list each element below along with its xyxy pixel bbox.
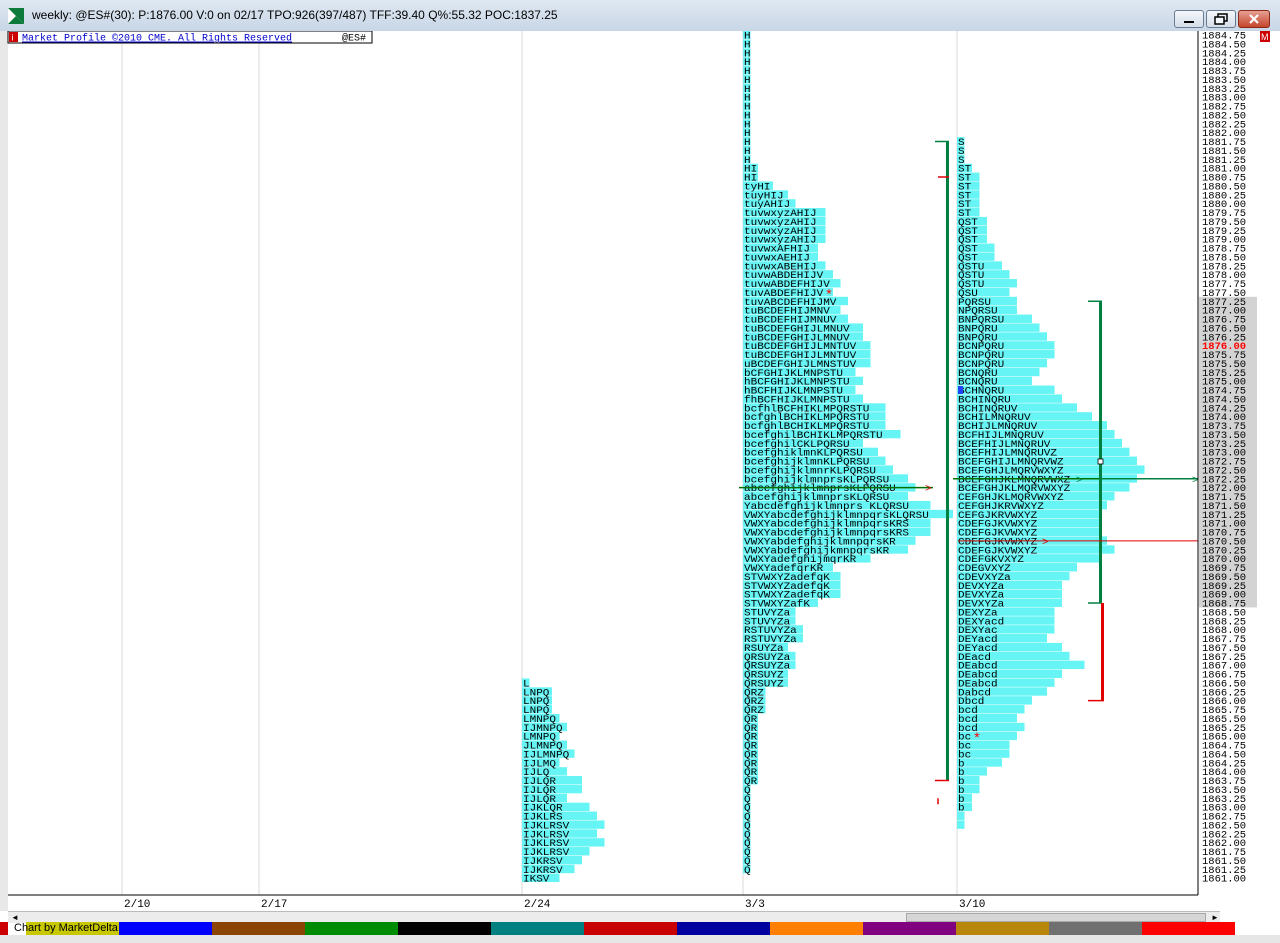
chart-svg[interactable]: LLNPQLNPQLNPQLMNPQIJMNPQLMNPQJLMNPQIJLMN… — [0, 30, 1280, 911]
date-tick-label: 2/24 — [524, 899, 551, 911]
color-segment — [305, 922, 398, 935]
color-segment — [1142, 922, 1235, 935]
color-segment — [119, 922, 212, 935]
color-segment — [770, 922, 863, 935]
price-axis: 1884.751884.501884.251884.001883.751883.… — [1197, 31, 1260, 895]
minimize-button[interactable] — [1174, 10, 1204, 28]
date-tick-label: 3/10 — [959, 899, 985, 911]
restore-button[interactable] — [1206, 10, 1236, 28]
date-tick-label: 3/3 — [745, 899, 765, 911]
window-titlebar: weekly: @ES#(30): P:1876.00 V:0 on 02/17… — [0, 0, 1280, 32]
date-axis: 2/10 2/17 2/24 3/3 3/10 — [8, 894, 1198, 911]
info-icon[interactable] — [9, 32, 18, 42]
arrow-icon: > — [1192, 474, 1198, 486]
arrow-icon: > — [1076, 474, 1082, 486]
tpo-row: b — [958, 803, 965, 815]
footer-credit: Chart by MarketDelta — [14, 922, 118, 934]
color-segment — [677, 922, 770, 935]
color-segment — [584, 922, 677, 935]
info-icon-glyph: i — [12, 33, 14, 43]
tail-marker-icon: * — [826, 285, 832, 301]
color-segment — [956, 922, 1049, 935]
color-segment — [398, 922, 491, 935]
left-margin — [0, 31, 8, 911]
value-area-bar — [1099, 301, 1102, 603]
value-area-midpoint — [1097, 458, 1104, 465]
histogram-bar — [957, 820, 965, 829]
date-tick-label: 2/17 — [261, 899, 287, 911]
header-label[interactable]: Market Profile ©2010 CME. All Rights Res… — [22, 33, 292, 45]
color-segment — [863, 922, 956, 935]
window-title: weekly: @ES#(30): P:1876.00 V:0 on 02/17… — [32, 8, 558, 22]
color-segment — [1049, 922, 1142, 935]
tail-marker-icon: * — [974, 729, 980, 745]
period-color-bar — [0, 922, 1235, 935]
symbol-label: @ES# — [342, 33, 366, 45]
open-marker — [958, 386, 963, 394]
extension-bar — [1101, 603, 1104, 701]
color-segment — [491, 922, 584, 935]
arrow-icon: > — [1042, 536, 1048, 548]
restore-icon — [1214, 13, 1228, 25]
m-icon-glyph: M — [1261, 32, 1269, 42]
tpo-row: IKSV — [523, 874, 550, 886]
color-segment — [212, 922, 305, 935]
color-segment-start — [0, 922, 8, 935]
status-strip — [0, 935, 1280, 943]
app-icon — [8, 8, 24, 24]
scroll-thumb[interactable] — [906, 913, 1206, 922]
market-profile-chart[interactable]: L LNPQ LNPQ LNPQ LMNPQ IJMNPQ LMNPQ JLMNPQ IJLMN… — [0, 30, 1280, 911]
date-axis-bg — [8, 895, 1198, 911]
tpo-row: Q — [744, 865, 751, 877]
minimize-icon — [1184, 21, 1194, 23]
weekly-range-bar — [946, 141, 949, 781]
price-tick-label: 1861.00 — [1202, 874, 1246, 886]
date-tick-label: 2/10 — [124, 899, 150, 911]
arrow-icon: > — [925, 483, 931, 495]
close-icon — [1249, 14, 1259, 24]
close-button[interactable] — [1238, 10, 1270, 28]
